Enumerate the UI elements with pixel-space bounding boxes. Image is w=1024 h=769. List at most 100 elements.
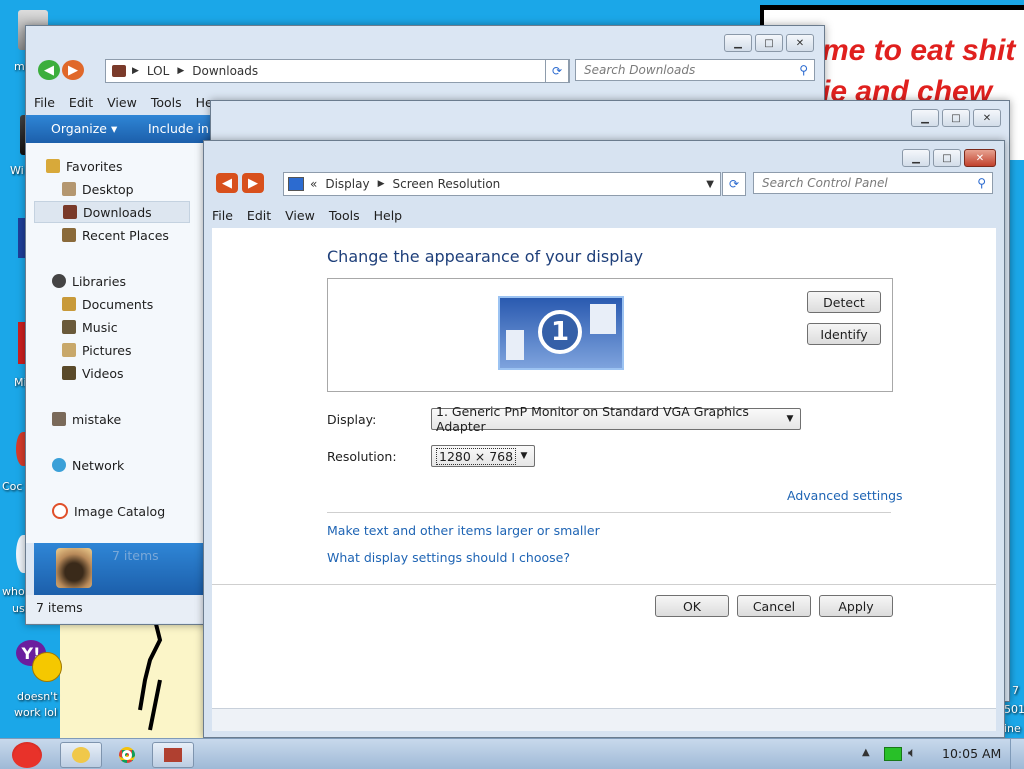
taskbar: ▲ 🔈︎ 10:05 AM	[0, 738, 1024, 769]
tray-volume-icon[interactable]: 🔈︎	[908, 745, 916, 761]
breadcrumb-sep-icon-2: ▶	[177, 66, 185, 76]
tray-up-arrow-icon[interactable]: ▲	[862, 747, 870, 758]
identify-button[interactable]: Identify	[807, 323, 881, 345]
display-dropdown-icon[interactable]: ▼	[783, 412, 797, 426]
explorer-search-input[interactable]: Search Downloads ⚲	[575, 59, 815, 81]
nav-documents-label: Documents	[82, 296, 154, 312]
image-catalog-icon	[52, 503, 68, 519]
nav-downloads-label: Downloads	[83, 204, 152, 220]
start-button[interactable]	[4, 739, 48, 769]
details-thumbnail-icon	[56, 548, 92, 588]
cp-menu-view[interactable]: View	[285, 208, 315, 223]
resolution-select[interactable]: 1280 × 768 ▼	[431, 445, 535, 467]
downloads-icon	[63, 205, 77, 219]
recent-places-icon	[62, 228, 76, 242]
cp-menu-file[interactable]: File	[212, 208, 233, 223]
display-select[interactable]: 1. Generic PnP Monitor on Standard VGA G…	[431, 404, 801, 434]
monitor-1-icon[interactable]: 1	[498, 296, 624, 370]
cp-menu-help[interactable]: Help	[374, 208, 403, 223]
back-button[interactable]: ◀	[38, 60, 60, 80]
breadcrumb-overflow[interactable]: «	[310, 177, 317, 191]
taskbar-control-panel-button[interactable]	[152, 742, 194, 768]
cp-breadcrumb-sep-icon: ▶	[377, 179, 385, 189]
apply-button[interactable]: Apply	[819, 595, 893, 617]
cp-search-icon[interactable]: ⚲	[977, 176, 986, 190]
forward-button[interactable]: ▶	[62, 60, 84, 80]
nav-pictures-label: Pictures	[82, 342, 132, 358]
display-settings-help-link[interactable]: What display settings should I choose?	[327, 550, 570, 565]
middle-maximize-button[interactable]: □	[942, 109, 970, 127]
nav-mistake[interactable]: mistake	[26, 408, 176, 430]
breadcrumb-downloads[interactable]: Downloads	[192, 64, 258, 78]
yahoo-icon-label-1: doesn't	[17, 690, 58, 703]
cp-search-input[interactable]: Search Control Panel ⚲	[753, 172, 993, 194]
desktop-icon-label-6a: who	[2, 585, 25, 598]
detect-button[interactable]: Detect	[807, 291, 881, 313]
cp-minimize-button[interactable]: ▁	[902, 149, 930, 167]
paint-text-1: me to eat shit	[822, 34, 1016, 67]
nav-pictures[interactable]: Pictures	[26, 339, 176, 361]
middle-minimize-button[interactable]: ▁	[911, 109, 939, 127]
nav-videos[interactable]: Videos	[26, 362, 176, 384]
taskbar-explorer-button[interactable]	[60, 742, 102, 768]
nav-favorites-label: Favorites	[66, 158, 123, 174]
close-button[interactable]: ✕	[786, 34, 814, 52]
nav-recent-places[interactable]: Recent Places	[26, 224, 176, 246]
cp-address-dropdown-icon[interactable]: ▼	[706, 179, 714, 190]
maximize-button[interactable]: □	[755, 34, 783, 52]
breadcrumb-lol[interactable]: LOL	[147, 64, 169, 78]
menu-file[interactable]: File	[34, 95, 55, 110]
control-panel-window[interactable]: ▁ □ ✕ ◀ ▶ « Display ▶ Screen Resolution …	[203, 140, 1005, 738]
nav-desktop[interactable]: Desktop	[26, 178, 176, 200]
breadcrumb-screen-resolution[interactable]: Screen Resolution	[393, 177, 501, 191]
status-text: 7 items	[36, 600, 83, 615]
nav-network[interactable]: Network	[26, 454, 176, 476]
text-size-link[interactable]: Make text and other items larger or smal…	[327, 523, 600, 538]
explorer-address-bar[interactable]: ▶ LOL ▶ Downloads ▼	[105, 59, 570, 83]
nav-music[interactable]: Music	[26, 316, 176, 338]
nav-image-catalog-label: Image Catalog	[74, 503, 166, 519]
nav-music-label: Music	[82, 319, 118, 335]
nav-favorites[interactable]: Favorites	[26, 155, 176, 177]
clock[interactable]: 10:05 AM	[942, 746, 1001, 761]
cp-menu-tools[interactable]: Tools	[329, 208, 360, 223]
search-icon[interactable]: ⚲	[799, 63, 808, 77]
yahoo-icon[interactable]: Y!	[16, 640, 62, 682]
taskbar-chrome-button[interactable]	[106, 742, 148, 768]
nav-mistake-label: mistake	[72, 411, 122, 427]
breadcrumb-display[interactable]: Display	[325, 177, 369, 191]
cp-refresh-button[interactable]: ⟳	[722, 172, 746, 196]
resolution-dropdown-icon[interactable]: ▼	[517, 449, 531, 463]
cp-close-button[interactable]: ✕	[964, 149, 996, 167]
menu-tools[interactable]: Tools	[151, 95, 182, 110]
middle-caption-buttons: ▁ □ ✕	[911, 109, 1001, 127]
cp-status-bar	[212, 708, 996, 731]
refresh-button[interactable]: ⟳	[545, 59, 569, 83]
nav-libraries[interactable]: Libraries	[26, 270, 176, 292]
cp-titlebar[interactable]	[204, 141, 1004, 171]
nav-image-catalog[interactable]: Image Catalog	[26, 500, 176, 522]
nav-documents[interactable]: Documents	[26, 293, 176, 315]
libraries-icon	[52, 274, 66, 288]
cp-menu-edit[interactable]: Edit	[247, 208, 271, 223]
organize-button[interactable]: Organize ▾	[51, 121, 117, 136]
display-select-value: 1. Generic PnP Monitor on Standard VGA G…	[436, 404, 749, 434]
menu-edit[interactable]: Edit	[69, 95, 93, 110]
pictures-icon	[62, 343, 76, 357]
menu-view[interactable]: View	[107, 95, 137, 110]
cp-address-bar[interactable]: « Display ▶ Screen Resolution ▼	[283, 172, 721, 196]
advanced-settings-link[interactable]: Advanced settings	[787, 488, 903, 503]
show-desktop-button[interactable]	[1010, 739, 1024, 769]
middle-close-button[interactable]: ✕	[973, 109, 1001, 127]
ok-button[interactable]: OK	[655, 595, 729, 617]
nav-downloads[interactable]: Downloads	[34, 201, 190, 223]
tray-network-icon[interactable]	[884, 747, 902, 761]
cancel-button[interactable]: Cancel	[737, 595, 811, 617]
include-in-library-button[interactable]: Include in l	[148, 121, 216, 136]
cp-forward-button[interactable]: ▶	[242, 173, 264, 193]
network-icon	[52, 458, 66, 472]
explorer-titlebar[interactable]	[26, 26, 824, 56]
cp-back-button[interactable]: ◀	[216, 173, 238, 193]
cp-maximize-button[interactable]: □	[933, 149, 961, 167]
minimize-button[interactable]: ▁	[724, 34, 752, 52]
